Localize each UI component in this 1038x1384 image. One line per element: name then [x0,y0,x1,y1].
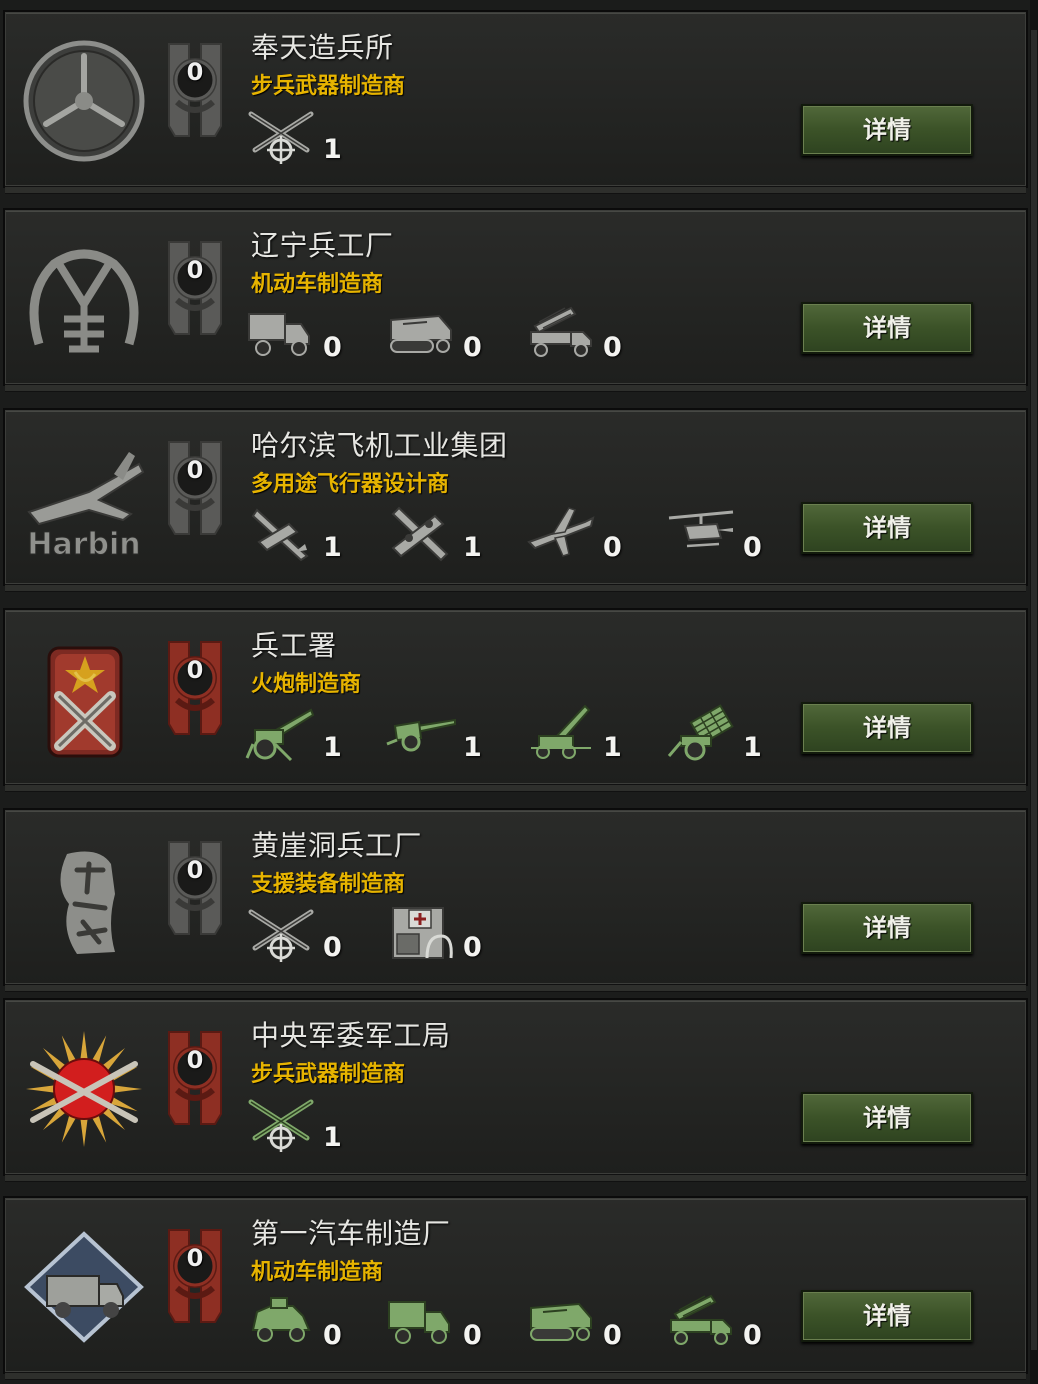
rank-number: 0 [186,1244,204,1272]
manufacturer-card: 0 黄崖洞兵工厂支援装备制造商 0 0 详情 [3,808,1028,992]
scrollbar[interactable] [1030,0,1038,1384]
equipment-item: 1 [525,702,655,764]
scrollbar-thumb[interactable] [1031,30,1037,1350]
details-button[interactable]: 详情 [801,502,973,554]
equipment-count: 1 [603,732,622,763]
equipment-count: 0 [463,932,482,963]
soviet-artillery-logo [19,634,149,764]
equipment-item: 1 [245,1092,375,1154]
rank-badge: 0 [163,1226,227,1326]
rank-number: 0 [186,256,204,284]
rank-number: 0 [186,656,204,684]
rank-badge: 0 [163,638,227,738]
manufacturer-type: 机动车制造商 [251,1260,384,1285]
equipment-item: 0 [525,502,655,564]
equipment-count: 0 [743,532,762,563]
equipment-item: 1 [245,502,375,564]
manufacturer-list: 0 奉天造兵所步兵武器制造商 1 详情 0 辽宁兵工厂机动车制造商 0 0 0 详情 Harbin 0… [0,0,1030,1384]
equipment-item: 0 [385,1290,515,1352]
details-button[interactable]: 详情 [801,302,973,354]
equipment-count: 0 [603,332,622,363]
equipment-item: 0 [525,1290,655,1352]
rank-number: 0 [186,856,204,884]
manufacturer-card: 0 兵工署火炮制造商 1 1 1 1 详情 [3,608,1028,792]
equipment-item: 0 [385,902,515,964]
manufacturer-card: 0 中央军委军工局步兵武器制造商 1 详情 [3,998,1028,1182]
liaoning-arsenal-logo [19,234,149,364]
equipment-item: 0 [665,502,795,564]
equipment-item: 0 [665,1290,795,1352]
equipment-item: 0 [245,302,375,364]
manufacturer-name: 第一汽车制造厂 [251,1217,451,1250]
equipment-item: 1 [245,104,375,166]
svg-text:Harbin: Harbin [27,527,140,562]
equipment-item: 1 [385,702,515,764]
details-button[interactable]: 详情 [801,1092,973,1144]
equipment-count: 1 [323,532,342,563]
details-button[interactable]: 详情 [801,1290,973,1342]
equipment-item: 0 [525,302,655,364]
equipment-count: 0 [323,932,342,963]
rank-badge: 0 [163,238,227,338]
equipment-count: 1 [323,732,342,763]
equipment-count: 0 [323,332,342,363]
equipment-count: 1 [323,1122,342,1153]
equipment-count: 0 [743,1320,762,1351]
manufacturer-card: 0 奉天造兵所步兵武器制造商 1 详情 [3,10,1028,194]
equipment-item: 1 [385,502,515,564]
huangyadong-calligraphy-logo [19,834,149,964]
equipment-count: 0 [463,1320,482,1351]
manufacturer-name: 黄崖洞兵工厂 [251,829,423,862]
faw-truck-logo [19,1222,149,1352]
equipment-item: 1 [665,702,795,764]
equipment-count: 1 [743,732,762,763]
equipment-count: 0 [463,332,482,363]
equipment-count: 0 [323,1320,342,1351]
equipment-count: 1 [463,732,482,763]
manufacturer-name: 兵工署 [251,629,337,662]
equipment-item: 0 [245,902,375,964]
rank-badge: 0 [163,438,227,538]
rank-badge: 0 [163,1028,227,1128]
manufacturer-type: 机动车制造商 [251,272,384,297]
details-button[interactable]: 详情 [801,104,973,156]
equipment-item: 0 [245,1290,375,1352]
details-button[interactable]: 详情 [801,702,973,754]
rank-number: 0 [186,456,204,484]
manufacturer-name: 中央军委军工局 [251,1019,451,1052]
manufacturer-type: 火炮制造商 [251,672,362,697]
manufacturer-type: 步兵武器制造商 [251,74,406,99]
equipment-count: 1 [323,134,342,165]
sun-rifles-logo [19,1024,149,1154]
rank-badge: 0 [163,838,227,938]
equipment-item: 1 [245,702,375,764]
fengtian-wheel-logo [19,36,149,166]
manufacturer-type: 步兵武器制造商 [251,1062,406,1087]
manufacturer-card: 0 第一汽车制造厂机动车制造商 0 0 0 0 详情 [3,1196,1028,1380]
manufacturer-type: 多用途飞行器设计商 [251,472,450,497]
equipment-item: 0 [385,302,515,364]
harbin-plane-logo: Harbin [19,434,149,564]
rank-badge: 0 [163,40,227,140]
rank-number: 0 [186,58,204,86]
manufacturer-type: 支援装备制造商 [251,872,406,897]
details-button[interactable]: 详情 [801,902,973,954]
rank-number: 0 [186,1046,204,1074]
manufacturer-card: Harbin 0 哈尔滨飞机工业集团多用途飞行器设计商 1 1 0 0 详情 [3,408,1028,592]
manufacturer-name: 奉天造兵所 [251,31,394,64]
manufacturer-card: 0 辽宁兵工厂机动车制造商 0 0 0 详情 [3,208,1028,392]
manufacturer-name: 哈尔滨飞机工业集团 [251,429,508,462]
equipment-count: 0 [603,532,622,563]
equipment-count: 0 [603,1320,622,1351]
equipment-count: 1 [463,532,482,563]
manufacturer-name: 辽宁兵工厂 [251,229,394,262]
